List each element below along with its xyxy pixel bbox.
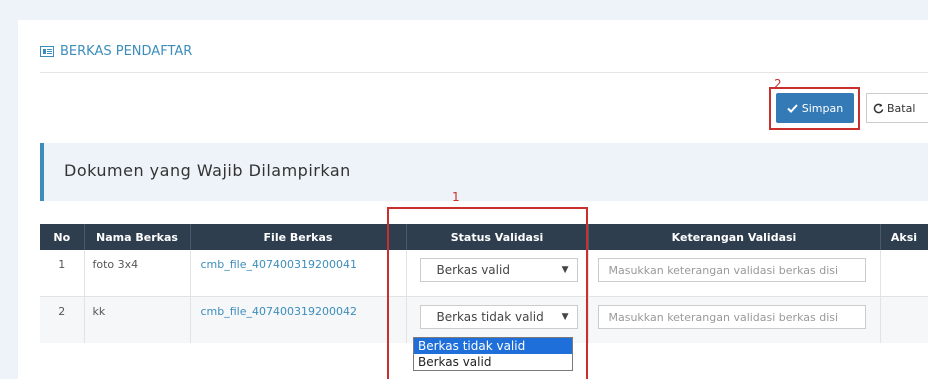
- col-header-no: No: [40, 224, 85, 250]
- callout-heading: Dokumen yang Wajib Dilampirkan: [64, 161, 351, 180]
- save-button[interactable]: Simpan: [776, 93, 854, 123]
- status-dropdown-list[interactable]: Berkas tidak valid Berkas valid: [413, 337, 573, 371]
- save-button-label: Simpan: [801, 101, 844, 115]
- validation-note-input[interactable]: Masukkan keterangan validasi berkas disi: [597, 258, 866, 282]
- section-title-label: BERKAS PENDAFTAR: [60, 44, 193, 59]
- checkmark-icon: [787, 103, 798, 113]
- row-number: 1: [40, 250, 85, 297]
- row-document-name: kk: [84, 296, 191, 343]
- page-top-band: [0, 0, 928, 20]
- section-title: BERKAS PENDAFTAR: [40, 44, 192, 59]
- title-divider: [40, 72, 928, 73]
- list-alt-icon: [40, 46, 54, 57]
- required-documents-callout: Dokumen yang Wajib Dilampirkan: [40, 143, 928, 201]
- col-header-action: Aksi: [880, 224, 928, 250]
- col-header-note: Keterangan Validasi: [588, 224, 881, 250]
- row-note-cell: Masukkan keterangan validasi berkas disi: [588, 250, 881, 297]
- row-note-cell: Masukkan keterangan validasi berkas disi: [588, 296, 881, 343]
- row-action-cell: [880, 250, 928, 297]
- row-number: 2: [40, 296, 85, 343]
- col-header-file: File Berkas: [190, 224, 407, 250]
- cancel-button[interactable]: Batal: [866, 93, 928, 123]
- row-file-link[interactable]: cmb_file_407400319200042: [190, 296, 407, 343]
- validation-note-input[interactable]: Masukkan keterangan validasi berkas disi: [597, 305, 866, 329]
- cancel-button-label: Batal: [887, 101, 916, 115]
- row-file-link[interactable]: cmb_file_407400319200041: [190, 250, 407, 297]
- refresh-icon: [873, 103, 884, 113]
- col-header-name: Nama Berkas: [84, 224, 191, 250]
- dropdown-option-invalid[interactable]: Berkas tidak valid: [414, 338, 572, 354]
- row-document-name: foto 3x4: [84, 250, 191, 297]
- annotation-marker-1: 1: [452, 190, 460, 204]
- page-left-band: [0, 0, 18, 379]
- row-action-cell: [880, 296, 928, 343]
- dropdown-option-valid[interactable]: Berkas valid: [414, 354, 572, 370]
